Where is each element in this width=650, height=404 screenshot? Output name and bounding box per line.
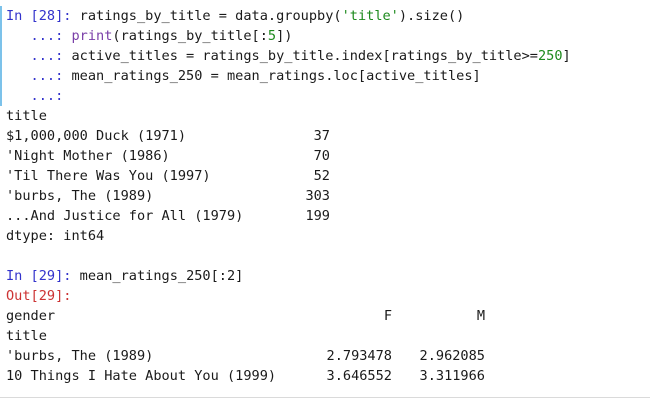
ipython-console[interactable]: In [28]: ratings_by_title = data.groupby… bbox=[0, 0, 650, 404]
string-literal: 'title' bbox=[341, 8, 399, 24]
table-row-title: 10 Things I Hate About You (1999) bbox=[6, 368, 277, 384]
dataframe-column-f: F bbox=[383, 308, 392, 324]
continuation-prompt: ...: bbox=[6, 48, 72, 64]
active-cell-border bbox=[0, 6, 2, 106]
series-row-count: 199 bbox=[305, 208, 330, 224]
number-literal: 250 bbox=[537, 48, 563, 64]
dataframe-index-label: title bbox=[6, 328, 47, 344]
series-row-title: 'Night Mother (1986) bbox=[6, 148, 170, 164]
builtin-function: print bbox=[71, 28, 113, 44]
code-text: mean_ratings_250 = mean_ratings.loc[acti… bbox=[71, 68, 481, 84]
code-text: ] bbox=[562, 48, 571, 64]
series-row-count: 303 bbox=[305, 188, 330, 204]
code-line-2[interactable]: ...: print(ratings_by_title[:5]) bbox=[6, 26, 293, 46]
code-line-3[interactable]: ...: active_titles = ratings_by_title.in… bbox=[6, 46, 571, 66]
dataframe-columns-label: gender bbox=[6, 308, 56, 324]
code-text: active_titles = ratings_by_title.index[r… bbox=[71, 48, 538, 64]
code-text: ratings_by_title = data.groupby( bbox=[79, 8, 342, 24]
table-cell-f: 3.646552 bbox=[326, 368, 392, 384]
series-row-title: $1,000,000 Duck (1971) bbox=[6, 128, 187, 144]
code-text: mean_ratings_250[:2] bbox=[79, 268, 244, 284]
series-row-title: ...And Justice for All (1979) bbox=[6, 208, 244, 224]
continuation-prompt: ...: bbox=[6, 68, 72, 84]
table-cell-m: 2.962085 bbox=[419, 348, 485, 364]
series-row-count: 52 bbox=[313, 168, 330, 184]
in-prompt-28: In [28]: bbox=[6, 8, 80, 24]
code-line-5[interactable]: ...: bbox=[6, 86, 71, 106]
code-line-1[interactable]: In [28]: ratings_by_title = data.groupby… bbox=[6, 6, 464, 26]
continuation-prompt: ...: bbox=[6, 88, 72, 104]
number-literal: 5 bbox=[267, 28, 277, 44]
dataframe-column-m: M bbox=[476, 308, 485, 324]
series-dtype: dtype: int64 bbox=[6, 228, 105, 244]
table-cell-m: 3.311966 bbox=[419, 368, 485, 384]
series-row-title: 'Til There Was You (1997) bbox=[6, 168, 211, 184]
console-divider bbox=[0, 397, 650, 398]
continuation-prompt: ...: bbox=[6, 28, 72, 44]
cell-28-input[interactable]: In [28]: ratings_by_title = data.groupby… bbox=[0, 6, 644, 106]
code-text: ).size() bbox=[398, 8, 465, 24]
series-row-count: 70 bbox=[313, 148, 330, 164]
code-line-4[interactable]: ...: mean_ratings_250 = mean_ratings.loc… bbox=[6, 66, 481, 86]
series-row-count: 37 bbox=[313, 128, 330, 144]
out-prompt-29: Out[29]: bbox=[6, 288, 72, 304]
code-text: ]) bbox=[276, 28, 293, 44]
code-text: (ratings_by_title[: bbox=[112, 28, 268, 44]
series-index-header: title bbox=[6, 108, 47, 124]
series-row-title: 'burbs, The (1989) bbox=[6, 188, 154, 204]
table-row-title: 'burbs, The (1989) bbox=[6, 348, 154, 364]
cell-29-input[interactable]: In [29]: mean_ratings_250[:2] bbox=[6, 266, 243, 286]
table-cell-f: 2.793478 bbox=[326, 348, 392, 364]
in-prompt-29: In [29]: bbox=[6, 268, 80, 284]
